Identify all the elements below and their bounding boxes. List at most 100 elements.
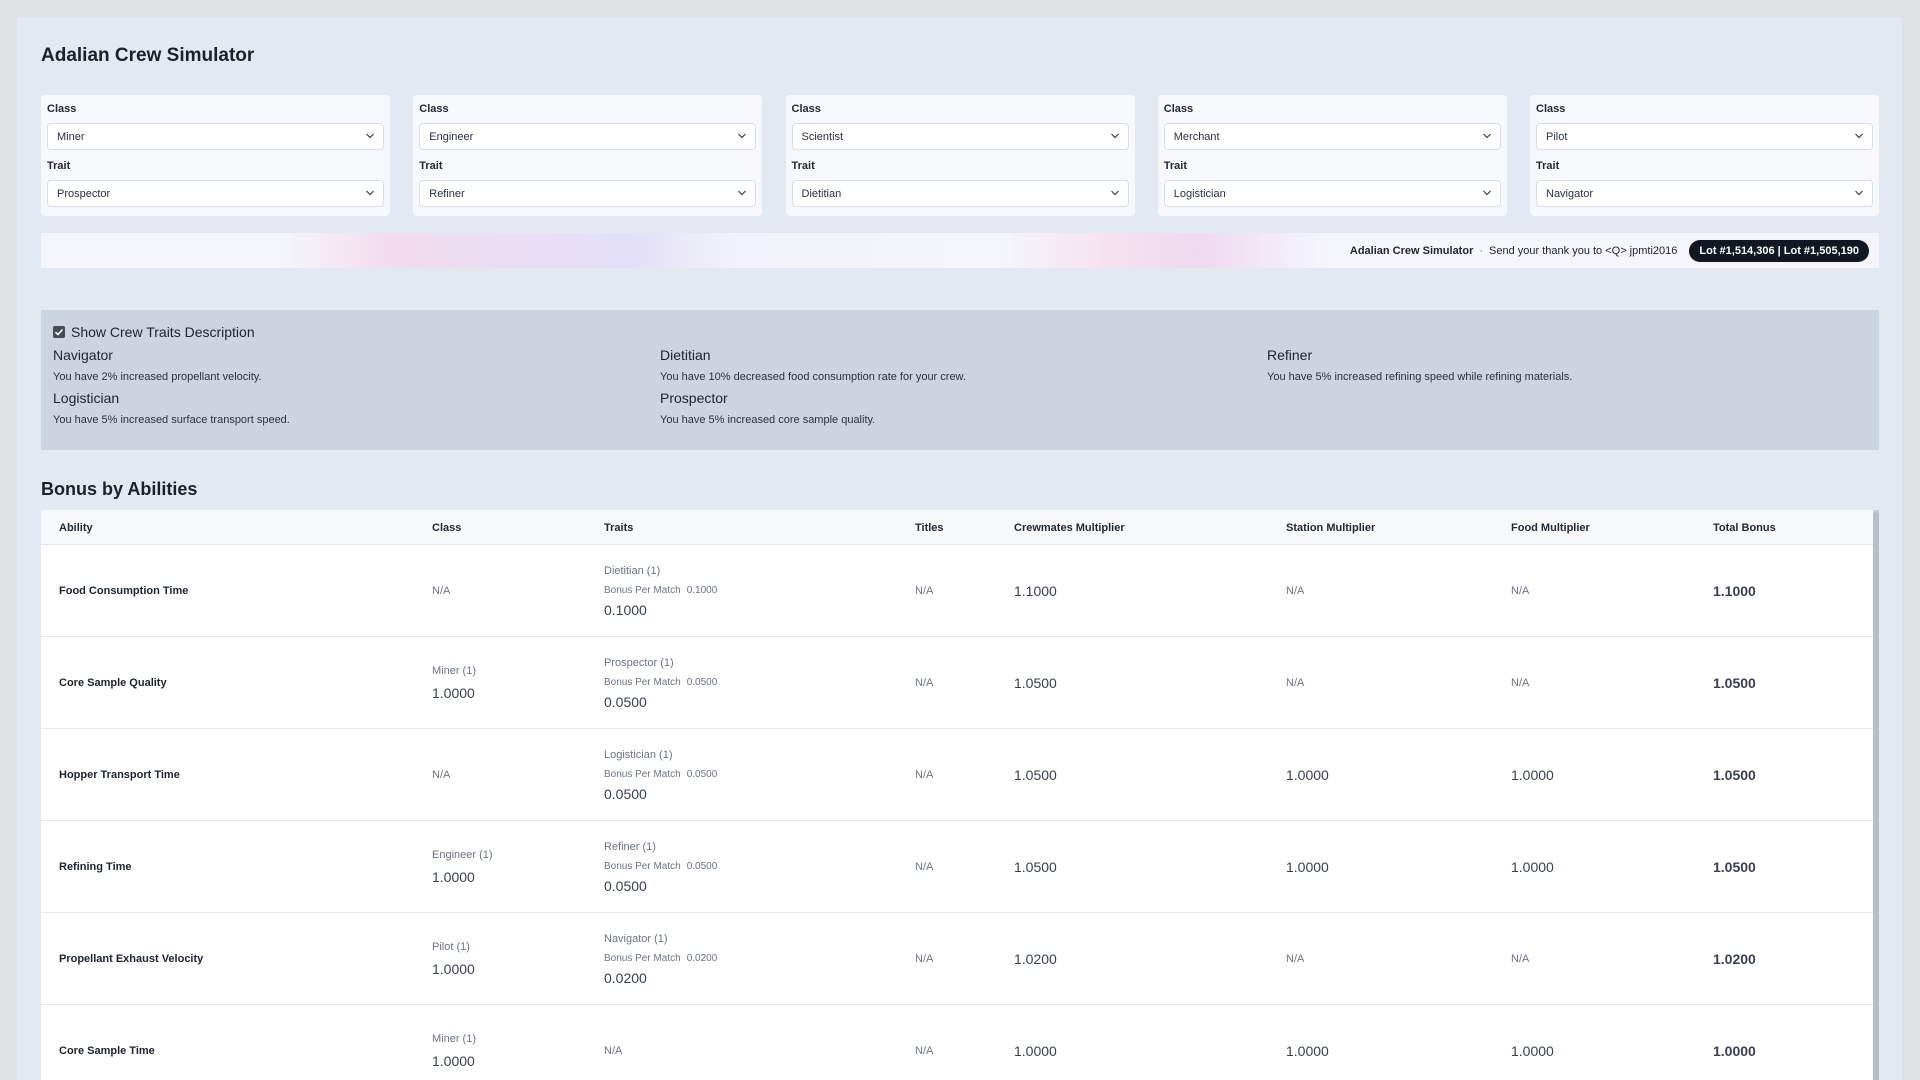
trait-select[interactable]: Dietitian (791, 180, 1129, 207)
bonus-per-match: Bonus Per Match 0.1000 (604, 585, 717, 596)
checkbox-label: Show Crew Traits Description (71, 324, 255, 340)
trait-desc: You have 5% increased core sample qualit… (660, 414, 876, 426)
crew-card: Class Miner Trait Prospector (41, 95, 390, 216)
class-select[interactable]: Merchant (1163, 123, 1501, 150)
trait-select[interactable]: Logistician (1163, 180, 1501, 207)
total-bonus: 1.0000 (1713, 1043, 1756, 1059)
ability-name: Core Sample Time (59, 1045, 155, 1057)
table-row: Refining Time Engineer (1) 1.0000 Refiner (… (41, 821, 1879, 913)
crew-card: Class Scientist Trait Dietitian (785, 95, 1135, 216)
scrollbar-thumb[interactable] (1873, 512, 1879, 1080)
trait-match: Refiner (1) (604, 840, 656, 853)
crew-card: Class Merchant Trait Logistician (1157, 95, 1507, 216)
bpm-label: Bonus Per Match (604, 860, 681, 872)
table-scrollbar[interactable] (1873, 510, 1879, 1080)
trait-value: 0.1000 (604, 601, 647, 618)
trait-select-value: Navigator (1546, 187, 1594, 200)
trait-select[interactable]: Navigator (1536, 180, 1873, 207)
trait-match: Logistician (1) (604, 748, 673, 761)
class-match: Engineer (1) (432, 849, 493, 861)
checkbox[interactable] (53, 326, 65, 338)
class-value: 1.0000 (432, 1053, 475, 1069)
class-value: 1.0000 (432, 685, 475, 701)
titles-value: N/A (915, 677, 934, 689)
trait-select-value: Logistician (1173, 187, 1226, 200)
food-multiplier: N/A (1511, 953, 1530, 965)
chevron-down-icon (1855, 190, 1863, 196)
station-multiplier: 1.0000 (1286, 859, 1329, 875)
ability-name: Core Sample Quality (59, 677, 167, 689)
ability-name: Refining Time (59, 861, 132, 873)
trait-desc: You have 5% increased refining speed whi… (1267, 371, 1573, 383)
lots-badge[interactable]: Lot #1,514,306 | Lot #1,505,190 (1689, 239, 1869, 262)
ability-name: Hopper Transport Time (59, 769, 180, 781)
class-select[interactable]: Engineer (419, 123, 757, 150)
chevron-down-icon (366, 133, 374, 139)
food-multiplier: 1.0000 (1511, 1043, 1554, 1059)
total-bonus: 1.1000 (1713, 583, 1756, 599)
ability-name: Food Consumption Time (59, 585, 189, 597)
trait-value: N/A (604, 1045, 623, 1057)
trait-value: 0.0500 (604, 877, 647, 894)
crew-selectors: Class Miner Trait Prospector Class Engineer Tr… (41, 95, 1879, 216)
food-multiplier: 1.0000 (1511, 767, 1554, 783)
column-header[interactable]: Traits (604, 522, 633, 534)
column-header[interactable]: Crewmates Multiplier (1014, 522, 1125, 534)
trait-desc: You have 2% increased propellant velocit… (53, 371, 262, 383)
total-bonus: 1.0500 (1713, 767, 1756, 783)
bonus-per-match: Bonus Per Match 0.0500 (604, 861, 717, 872)
class-label: Class (419, 103, 449, 115)
station-multiplier: N/A (1286, 953, 1305, 965)
total-bonus: 1.0500 (1713, 859, 1756, 875)
chevron-down-icon (1482, 190, 1491, 196)
class-match: Miner (1) (432, 665, 477, 677)
table-row: Core Sample Time Miner (1) 1.0000 N/A N/A 1.0… (41, 1005, 1879, 1080)
class-select[interactable]: Miner (47, 123, 384, 150)
show-traits-toggle[interactable]: Show Crew Traits Description (53, 324, 1867, 340)
column-header[interactable]: Class (432, 522, 461, 534)
class-select-value: Pilot (1546, 130, 1568, 143)
trait-description-item: Dietitian You have 10% decreased food con… (660, 347, 1267, 383)
crewmates-multiplier: 1.0000 (1014, 1043, 1057, 1059)
table-row: Propellant Exhaust Velocity Pilot (1) 1.00… (41, 913, 1879, 1005)
trait-name: Navigator (53, 347, 113, 363)
trait-label: Trait (1536, 160, 1560, 172)
bpm-value: 0.0500 (686, 860, 718, 872)
trait-select[interactable]: Prospector (47, 180, 384, 207)
food-multiplier: N/A (1511, 677, 1530, 689)
column-header[interactable]: Food Multiplier (1511, 522, 1590, 534)
column-header[interactable]: Titles (915, 522, 944, 534)
class-value: N/A (432, 769, 451, 781)
crewmates-multiplier: 1.1000 (1014, 583, 1057, 599)
trait-match: Dietitian (1) (604, 564, 661, 577)
column-header[interactable]: Ability (59, 522, 93, 534)
class-match: Pilot (1) (432, 941, 470, 953)
crew-traits-panel: Show Crew Traits Description Navigator Yo… (41, 310, 1879, 450)
trait-name: Logistician (53, 390, 120, 406)
column-header[interactable]: Total Bonus (1713, 522, 1776, 534)
class-label: Class (1536, 103, 1566, 115)
banner-separator: · (1479, 244, 1484, 257)
chevron-down-icon (366, 190, 374, 196)
trait-description-item: Prospector You have 5% increased core sam… (660, 390, 1267, 426)
bpm-value: 0.1000 (686, 584, 718, 596)
trait-description-item: Logistician You have 5% increased surface… (53, 390, 660, 426)
trait-select-value: Dietitian (801, 187, 842, 200)
chevron-down-icon (1110, 133, 1119, 139)
station-multiplier: 1.0000 (1286, 767, 1329, 783)
class-label: Class (791, 103, 821, 115)
crew-card: Class Pilot Trait Navigator (1530, 95, 1879, 216)
app-window: Adalian Crew Simulator Class Miner Trait Pr… (17, 17, 1902, 1080)
class-select[interactable]: Scientist (791, 123, 1129, 150)
class-select[interactable]: Pilot (1536, 123, 1873, 150)
bonus-per-match: Bonus Per Match 0.0500 (604, 677, 717, 688)
table-row: Core Sample Quality Miner (1) 1.0000 Prospe… (41, 637, 1879, 729)
bpm-label: Bonus Per Match (604, 676, 681, 688)
column-header[interactable]: Station Multiplier (1286, 522, 1375, 534)
trait-select[interactable]: Refiner (419, 180, 757, 207)
class-value: 1.0000 (432, 961, 475, 977)
class-value: N/A (432, 585, 451, 597)
station-multiplier: 1.0000 (1286, 1043, 1329, 1059)
chevron-down-icon (738, 190, 747, 196)
titles-value: N/A (915, 769, 934, 781)
